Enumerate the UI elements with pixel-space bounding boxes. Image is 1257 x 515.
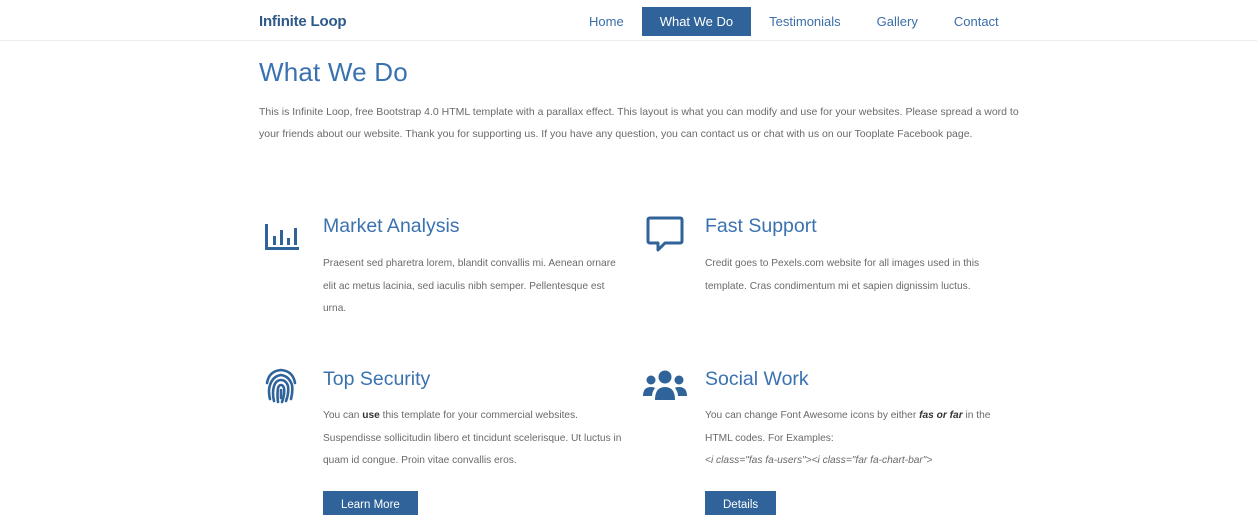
text-segment: You can change Font Awesome icons by eit… [705, 410, 920, 421]
details-button[interactable]: Details [705, 491, 777, 515]
page-title: What We Do [259, 57, 408, 87]
learn-more-button[interactable]: Learn More [323, 491, 418, 515]
feature-title: Fast Support [705, 215, 817, 237]
feature-text: You can use this template for your comme… [323, 405, 628, 473]
nav-home[interactable]: Home [571, 7, 642, 36]
feature-title: Social Work [705, 368, 809, 390]
nav-gallery[interactable]: Gallery [859, 7, 936, 36]
feature-text: You can change Font Awesome icons by eit… [705, 405, 1015, 473]
feature-title: Top Security [323, 368, 431, 390]
code-example: <i class="fas fa-users"><i class="far fa… [705, 455, 933, 466]
brand-logo[interactable]: Infinite Loop [259, 13, 347, 30]
main-nav: Home What We Do Testimonials Gallery Con… [571, 7, 1017, 36]
comment-icon [646, 216, 684, 252]
users-icon [643, 370, 687, 400]
fingerprint-icon [265, 368, 297, 404]
nav-contact[interactable]: Contact [936, 7, 1017, 36]
text-segment: You can [323, 410, 363, 421]
navbar: Infinite Loop Home What We Do Testimonia… [0, 0, 1257, 41]
feature-text: Credit goes to Pexels.com website for al… [705, 258, 980, 292]
feature-title: Market Analysis [323, 215, 460, 237]
text-bold: use [362, 410, 380, 421]
nav-what-we-do[interactable]: What We Do [641, 7, 752, 36]
feature-text: Praesent sed pharetra lorem, blandit con… [323, 258, 616, 314]
text-emphasis: fas or far [919, 410, 963, 421]
chart-bar-icon [265, 224, 299, 250]
intro-text: This is Infinite Loop, free Bootstrap 4.… [259, 106, 1019, 140]
nav-testimonials[interactable]: Testimonials [751, 7, 859, 36]
